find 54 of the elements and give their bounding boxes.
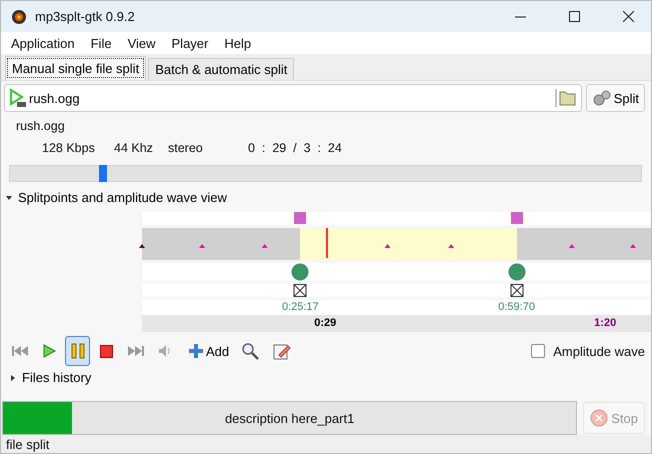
bitrate: 128 Kbps: [42, 141, 96, 155]
search-icon[interactable]: [241, 342, 260, 360]
file-chooser-field[interactable]: rush.ogg: [4, 84, 582, 112]
app-logo-icon: [11, 8, 27, 24]
progress-text: description here_part1: [224, 410, 354, 426]
menu-item[interactable]: File: [82, 36, 120, 50]
expander-arrow-icon: [10, 374, 16, 380]
splitpoint-handle-icon[interactable]: [294, 212, 306, 224]
position-slider[interactable]: [9, 165, 642, 182]
status-bar: file split: [1, 435, 651, 453]
tab[interactable]: Manual single file split: [5, 56, 146, 80]
frequency: 44 Khz: [114, 141, 154, 155]
stop-icon: [100, 344, 113, 358]
file-path-input[interactable]: rush.ogg: [29, 90, 553, 106]
speaker-icon: [158, 344, 172, 358]
stop-circle-icon: [590, 409, 608, 427]
play-file-icon: [9, 88, 27, 108]
file-name: rush.ogg: [16, 119, 66, 133]
edit-icon[interactable]: [273, 342, 292, 360]
previous-icon: [10, 345, 28, 357]
close-icon: [622, 11, 634, 22]
menu-item[interactable]: Help: [216, 36, 260, 50]
splitpoint-handle-icon[interactable]: [510, 212, 523, 224]
menu-item[interactable]: View: [120, 36, 164, 50]
files-history-expander[interactable]: Files history: [1, 366, 651, 389]
pause-icon: [70, 343, 84, 359]
splitpoint-time: 0:59:70: [498, 301, 535, 313]
splitpoint-circle-icon[interactable]: [508, 263, 526, 281]
play-icon: [42, 344, 56, 358]
slider-thumb[interactable]: [99, 165, 108, 182]
playhead-line: [326, 228, 328, 258]
plus-icon: [189, 344, 203, 358]
add-button[interactable]: Add: [181, 344, 238, 358]
tab[interactable]: Batch & automatic split: [148, 58, 294, 80]
amplitude-wave-checkbox[interactable]: Amplitude wave: [531, 344, 645, 358]
expander-arrow-icon: [6, 194, 12, 200]
pause-button[interactable]: [65, 336, 90, 366]
delete-box-icon[interactable]: [510, 284, 524, 297]
menu-item[interactable]: Player: [164, 36, 216, 50]
wave-view-expander[interactable]: Splitpoints and amplitude wave view: [1, 186, 651, 209]
maximize-icon: [568, 11, 580, 22]
ruler-time: 0:29: [314, 317, 336, 329]
splitpoint-circle-icon[interactable]: [291, 263, 310, 281]
channel-mode: stereo: [168, 141, 204, 155]
next-icon: [126, 345, 144, 357]
window-title: mp3splt-gtk 0.9.2: [35, 9, 136, 24]
menu-item[interactable]: Application: [3, 36, 83, 50]
playback-time: 0 : 29 / 3 : 24: [248, 141, 342, 155]
splitpoint-time: 0:25:17: [282, 301, 319, 313]
folder-icon[interactable]: [554, 89, 577, 107]
delete-box-icon[interactable]: [294, 284, 307, 297]
gears-icon: [592, 89, 612, 107]
split-button[interactable]: Split: [586, 84, 645, 112]
ruler-time: 1:20: [594, 317, 616, 329]
